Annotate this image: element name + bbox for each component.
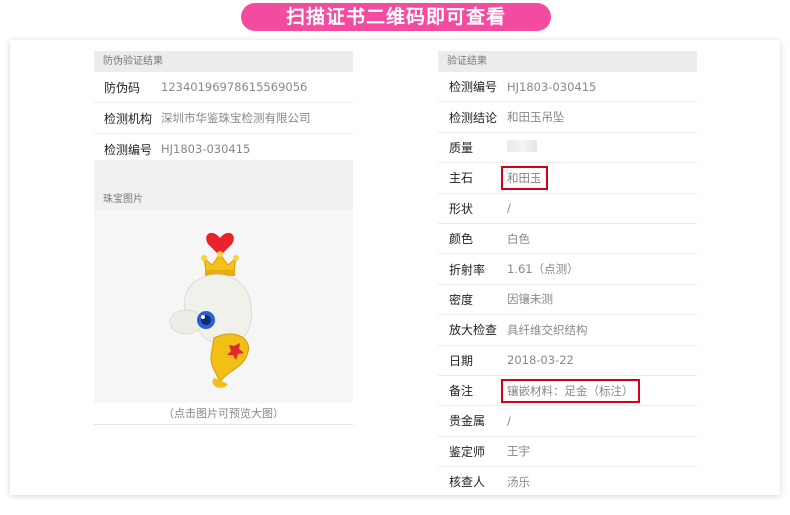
test-number-value: HJ1803-030415 (161, 142, 251, 156)
testing-agency-value: 深圳市华鉴珠宝检测有限公司 (161, 111, 311, 125)
jewel-section-title: 珠宝图片 (103, 194, 143, 205)
anti-fake-panel: 防伪验证结果 防伪码 12340196978615569056 检测机构 深圳市… (94, 51, 353, 165)
page-banner: 扫描证书二维码即可查看 (241, 3, 551, 31)
row-value: 王宇 (507, 444, 530, 459)
row-label: 折射率 (449, 262, 486, 277)
row-label: 质量 (449, 140, 474, 155)
result-row: 贵金属 / (438, 406, 697, 437)
row-value: 和田玉吊坠 (507, 110, 565, 125)
jewel-section-header: 珠宝图片 (94, 160, 353, 210)
row-label: 主石 (449, 171, 474, 186)
row-value: 1.61（点测） (507, 262, 579, 277)
row-value: 2018-03-22 (507, 353, 574, 368)
result-row: 密度 因镶未测 (438, 285, 697, 316)
result-row: 放大检查 具纤维交织结构 (438, 315, 697, 346)
result-row: 形状 / (438, 194, 697, 224)
row-label: 日期 (449, 353, 474, 368)
anti-fake-section-title: 防伪验证结果 (94, 51, 353, 72)
row-label: 放大检查 (449, 323, 498, 338)
row-value: 汤乐 (507, 474, 530, 489)
main-stone-value-highlighted: 和田玉 (501, 165, 548, 190)
row-label: 形状 (449, 201, 474, 216)
remark-value-highlighted: 镶嵌材料：足金（标注） (501, 378, 640, 403)
row-value: 具纤维交织结构 (507, 322, 588, 337)
result-row: 颜色 白色 (438, 224, 697, 255)
row-value: 因镶未测 (507, 292, 553, 307)
result-row: 鉴定师 王宇 (438, 437, 697, 468)
jewel-image[interactable] (94, 210, 353, 403)
row-value: HJ1803-030415 (507, 79, 597, 94)
weight-value-blurred (507, 139, 537, 155)
row-label: 鉴定师 (449, 444, 486, 459)
result-row: 主石 和田玉 (438, 163, 697, 194)
row-label: 核查人 (449, 475, 486, 490)
row-value: / (507, 201, 511, 216)
row-label: 备注 (449, 384, 474, 399)
result-row: 备注 镶嵌材料：足金（标注） (438, 376, 697, 407)
row-value: 白色 (507, 231, 530, 246)
row-label: 防伪码 (104, 80, 141, 95)
jade-pendant-illustration (169, 232, 252, 388)
result-row: 日期 2018-03-22 (438, 346, 697, 376)
row-label: 检测编号 (104, 142, 153, 157)
verification-panel: 验证结果 检测编号 HJ1803-030415 检测结论 和田玉吊坠 质量 主石… (438, 51, 697, 496)
row-label: 检测机构 (104, 111, 153, 126)
row-label: 密度 (449, 292, 474, 307)
row-label: 颜色 (449, 232, 474, 247)
result-row: 折射率 1.61（点测） (438, 254, 697, 285)
divider (94, 424, 353, 425)
row-label: 贵金属 (449, 414, 486, 429)
result-row: 质量 (438, 133, 697, 164)
row-label: 检测结论 (449, 110, 498, 125)
row-label: 检测编号 (449, 80, 498, 95)
result-row: 检测结论 和田玉吊坠 (438, 102, 697, 133)
result-row: 检测编号 HJ1803-030415 (438, 72, 697, 103)
row-value: / (507, 413, 511, 428)
jewel-caption: （点击图片可预览大图） (163, 407, 284, 420)
anti-fake-code-value: 12340196978615569056 (161, 80, 308, 94)
result-row: 核查人 汤乐 (438, 467, 697, 496)
anti-fake-row: 防伪码 12340196978615569056 (94, 72, 353, 103)
verification-section-title: 验证结果 (438, 51, 697, 72)
anti-fake-row: 检测机构 深圳市华鉴珠宝检测有限公司 (94, 103, 353, 134)
